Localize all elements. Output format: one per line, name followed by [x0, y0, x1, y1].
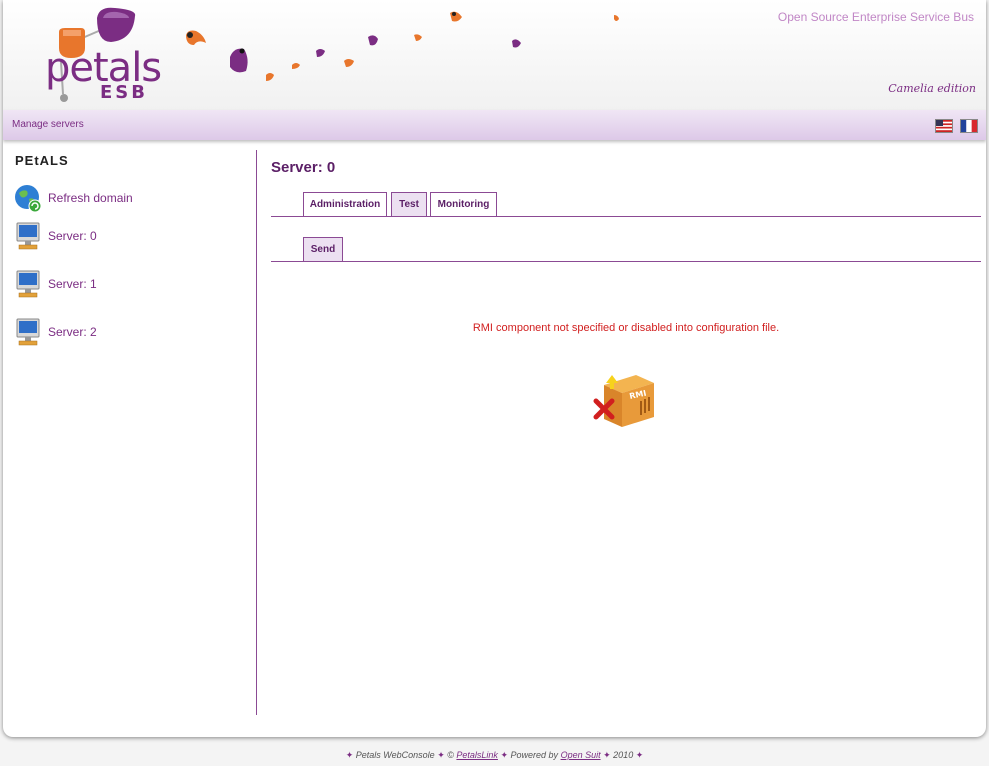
bullet-icon: ✦	[603, 750, 611, 760]
bullet-icon: ✦	[345, 750, 354, 760]
flying-petals-decoration	[186, 11, 619, 81]
navbar: Manage servers	[3, 110, 986, 140]
sidebar-item-server-1[interactable]: Server: 1	[13, 269, 243, 303]
bullet-icon: ✦	[500, 750, 508, 760]
page-title: Server: 0	[271, 159, 336, 176]
tab-administration[interactable]: Administration	[303, 192, 387, 216]
petalslink-link[interactable]: PetalsLink	[456, 750, 498, 760]
sidebar-item-server-2[interactable]: Server: 2	[13, 317, 243, 351]
server-icon	[16, 270, 40, 298]
subtab-send[interactable]: Send	[303, 237, 343, 261]
copyright-symbol: ©	[447, 750, 454, 760]
french-flag-icon[interactable]	[960, 119, 978, 133]
bullet-icon: ✦	[437, 750, 445, 760]
us-flag-icon[interactable]	[935, 119, 953, 133]
subtabs-divider	[271, 261, 981, 262]
header: petals ESB Open Source Enterprise Servic…	[3, 0, 986, 110]
server-icon	[16, 318, 40, 346]
app-frame: petals ESB Open Source Enterprise Servic…	[3, 0, 986, 737]
rmi-box-error-icon: RMI	[593, 375, 654, 427]
footer-app-name: Petals WebConsole	[355, 750, 435, 760]
powered-by-text: Powered by	[510, 750, 559, 760]
tabs-divider	[271, 216, 981, 217]
tab-test[interactable]: Test	[391, 192, 427, 216]
footer-year: 2010	[613, 750, 634, 760]
tagline: Open Source Enterprise Service Bus	[777, 10, 974, 24]
sidebar-item-label: Server: 0	[48, 229, 97, 243]
sidebar-item-label: Refresh domain	[48, 191, 133, 205]
main-content: Server: 0 Administration Test Monitoring…	[271, 150, 981, 710]
tab-monitoring[interactable]: Monitoring	[430, 192, 497, 216]
server-icon	[16, 222, 40, 250]
sidebar-item-label: Server: 1	[48, 277, 97, 291]
sidebar-title: PEtALS	[15, 153, 69, 168]
edition-badge: Camelia edition	[888, 82, 976, 95]
open-suit-link[interactable]: Open Suit	[561, 750, 601, 760]
globe-refresh-icon	[15, 185, 42, 213]
sidebar-item-label: Server: 2	[48, 325, 97, 339]
bullet-icon: ✦	[635, 750, 644, 760]
footer: ✦ Petals WebConsole ✦ © PetalsLink ✦ Pow…	[0, 750, 989, 761]
sidebar: PEtALS Refresh domain Server: 0 Server: …	[3, 150, 257, 715]
error-message: RMI component not specified or disabled …	[472, 322, 780, 334]
sidebar-item-refresh-domain[interactable]: Refresh domain	[13, 183, 243, 217]
manage-servers-link[interactable]: Manage servers	[12, 119, 84, 130]
sidebar-item-server-0[interactable]: Server: 0	[13, 221, 243, 255]
logo-esb: ESB	[100, 82, 148, 103]
